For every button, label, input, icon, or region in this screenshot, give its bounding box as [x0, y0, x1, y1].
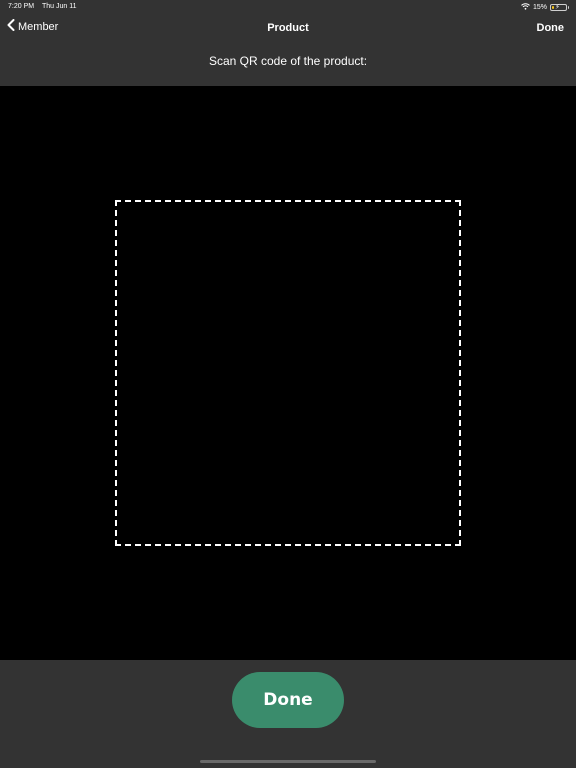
- scan-instruction: Scan QR code of the product:: [208, 54, 368, 68]
- battery-level-fill: [552, 5, 554, 9]
- navigation-bar: Member Product Done: [0, 14, 576, 42]
- status-date: Thu Jun 11: [42, 3, 77, 10]
- done-button[interactable]: Done: [232, 672, 344, 728]
- battery-nub: [567, 6, 569, 9]
- nav-done-button[interactable]: Done: [537, 22, 565, 34]
- wifi-icon: [521, 2, 530, 12]
- battery-percent: 15%: [532, 3, 547, 11]
- battery-charging-icon: ⚡: [550, 3, 569, 11]
- camera-preview: [0, 86, 576, 660]
- status-indicators: 15% ⚡: [521, 2, 569, 12]
- charging-bolt-icon: ⚡: [555, 3, 560, 11]
- status-time: 7:20 PM: [8, 3, 35, 10]
- page-title: Product: [267, 22, 309, 34]
- status-bar: 7:20 PM Thu Jun 11 15% ⚡: [0, 0, 576, 14]
- home-indicator[interactable]: [200, 760, 376, 763]
- qr-scan-frame: [115, 200, 461, 546]
